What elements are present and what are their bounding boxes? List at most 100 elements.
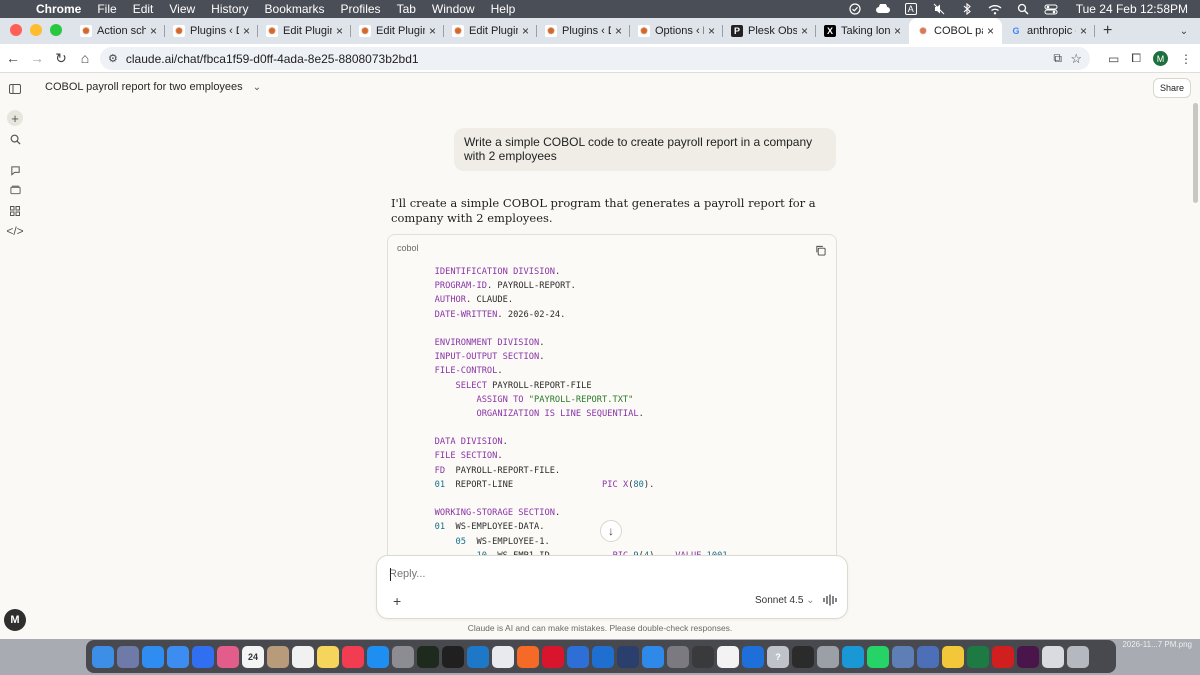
- chrome-icon[interactable]: [492, 645, 514, 668]
- tab-10[interactable]: Ganthropic - Go ×: [1002, 18, 1095, 44]
- sidebar-toggle-icon[interactable]: [7, 81, 23, 97]
- wifi-icon[interactable]: [988, 3, 1002, 15]
- close-window-button[interactable]: [10, 24, 22, 36]
- search-icon[interactable]: [7, 131, 23, 147]
- xcode-icon[interactable]: [642, 645, 664, 668]
- menu-edit[interactable]: Edit: [133, 2, 154, 16]
- launchpad-icon[interactable]: [117, 645, 139, 668]
- tab-close-icon[interactable]: ×: [1080, 24, 1087, 38]
- reading-mode-icon[interactable]: ▭: [1108, 52, 1119, 66]
- tab-close-icon[interactable]: ×: [708, 24, 715, 38]
- code-brackets-icon[interactable]: </>: [6, 223, 23, 239]
- menu-window[interactable]: Window: [432, 2, 475, 16]
- calculator-icon[interactable]: [692, 645, 714, 668]
- bookmark-star-icon[interactable]: ☆: [1070, 51, 1082, 67]
- menu-app-name[interactable]: Chrome: [36, 2, 81, 16]
- tab-close-icon[interactable]: ×: [522, 24, 529, 38]
- tab-search-chevron-icon[interactable]: ⌄: [1176, 23, 1192, 39]
- mail-icon[interactable]: [167, 645, 189, 668]
- screen-mirror-icon[interactable]: [848, 3, 862, 15]
- font-book-icon[interactable]: [917, 645, 939, 668]
- zoom-window-button[interactable]: [50, 24, 62, 36]
- tab-2[interactable]: ✺ Edit Plugins ‹ D ×: [258, 18, 351, 44]
- menu-tab[interactable]: Tab: [397, 2, 416, 16]
- tab-7[interactable]: P Plesk Obsidian ×: [723, 18, 816, 44]
- photos-icon[interactable]: [217, 645, 239, 668]
- finder-icon[interactable]: [92, 645, 114, 668]
- new-chat-plus-icon[interactable]: +: [7, 110, 23, 126]
- tab-close-icon[interactable]: ×: [894, 24, 901, 38]
- control-center-icon[interactable]: [1044, 3, 1058, 15]
- tab-4[interactable]: ✺ Edit Plugins ‹ D ×: [444, 18, 537, 44]
- tab-close-icon[interactable]: ×: [150, 24, 157, 38]
- reply-input[interactable]: Reply...: [389, 568, 425, 580]
- tab-close-icon[interactable]: ×: [615, 24, 622, 38]
- menu-history[interactable]: History: [211, 2, 248, 16]
- contacts-icon[interactable]: [267, 645, 289, 668]
- music-icon[interactable]: [342, 645, 364, 668]
- vscode-icon[interactable]: [467, 645, 489, 668]
- tab-close-icon[interactable]: ×: [987, 24, 994, 38]
- artifacts-grid-icon[interactable]: [7, 203, 23, 219]
- network-icon[interactable]: [892, 645, 914, 668]
- back-arrow-icon[interactable]: ←: [2, 50, 24, 66]
- trash-icon[interactable]: [1067, 645, 1089, 668]
- tab-close-icon[interactable]: ×: [429, 24, 436, 38]
- menu-bookmarks[interactable]: Bookmarks: [265, 2, 325, 16]
- bluetooth-icon[interactable]: [960, 3, 974, 15]
- tab-8[interactable]: X Taking longer t ×: [816, 18, 909, 44]
- app-store-updates-icon[interactable]: [367, 645, 389, 668]
- anyconnect-icon[interactable]: [617, 645, 639, 668]
- home-icon[interactable]: ⌂: [74, 50, 96, 66]
- input-source-icon[interactable]: A: [904, 3, 918, 15]
- system-settings-icon[interactable]: [392, 645, 414, 668]
- sticky-icon[interactable]: [942, 645, 964, 668]
- new-tab-button[interactable]: +: [1103, 22, 1112, 44]
- reminders-icon[interactable]: [292, 645, 314, 668]
- tab-close-icon[interactable]: ×: [801, 24, 808, 38]
- projects-folder-icon[interactable]: [7, 182, 23, 198]
- copy-icon[interactable]: [813, 243, 827, 257]
- page-scrollbar[interactable]: [1193, 103, 1198, 203]
- menu-profiles[interactable]: Profiles: [341, 2, 381, 16]
- install-app-icon[interactable]: ⧉: [1053, 51, 1062, 66]
- downloads-folder-icon[interactable]: [1042, 645, 1064, 668]
- menu-help[interactable]: Help: [491, 2, 516, 16]
- tab-close-icon[interactable]: ×: [243, 24, 250, 38]
- slack-icon[interactable]: [1017, 645, 1039, 668]
- prime-video-icon[interactable]: [842, 645, 864, 668]
- share-button[interactable]: Share: [1153, 78, 1191, 98]
- console-icon[interactable]: [792, 645, 814, 668]
- desktop-file-caption[interactable]: 2026-11...7 PM.png: [1122, 640, 1192, 649]
- remote-desktop-icon[interactable]: [567, 645, 589, 668]
- reload-icon[interactable]: ↻: [50, 50, 72, 67]
- quicktime-icon[interactable]: [742, 645, 764, 668]
- whatsapp-icon[interactable]: [867, 645, 889, 668]
- safari-icon[interactable]: [142, 645, 164, 668]
- chat-title-menu[interactable]: COBOL payroll report for two employees ⌄: [45, 81, 261, 93]
- forward-arrow-icon[interactable]: →: [26, 50, 48, 66]
- kebab-menu-icon[interactable]: ⋮: [1180, 52, 1192, 66]
- chats-bubble-icon[interactable]: [7, 162, 23, 178]
- menu-file[interactable]: File: [97, 2, 116, 16]
- help-icon[interactable]: ?: [767, 645, 789, 668]
- reply-composer[interactable]: Reply... + Sonnet 4.5 ⌄: [376, 555, 848, 619]
- automator-icon[interactable]: [667, 645, 689, 668]
- excel-icon[interactable]: [967, 645, 989, 668]
- mute-icon[interactable]: [932, 3, 946, 15]
- minimize-window-button[interactable]: [30, 24, 42, 36]
- activity-monitor-icon[interactable]: [417, 645, 439, 668]
- menubar-clock[interactable]: Tue 24 Feb 12:58PM: [1076, 2, 1188, 16]
- tab-6[interactable]: ✺ Options ‹ Dem ×: [630, 18, 723, 44]
- calendar-icon[interactable]: 24: [242, 645, 264, 668]
- tab-1[interactable]: ✺ Plugins ‹ Dem ×: [165, 18, 258, 44]
- creative-cloud-icon[interactable]: [875, 3, 890, 15]
- firefox-icon[interactable]: [517, 645, 539, 668]
- tab-0[interactable]: ✺ Action schedul ×: [72, 18, 165, 44]
- tab-close-icon[interactable]: ×: [336, 24, 343, 38]
- model-selector[interactable]: Sonnet 4.5 ⌄: [755, 595, 815, 606]
- notes-icon[interactable]: [317, 645, 339, 668]
- site-info-icon[interactable]: ⚙: [108, 52, 118, 65]
- scroll-down-arrow-icon[interactable]: ↓: [600, 520, 622, 542]
- opera-icon[interactable]: [542, 645, 564, 668]
